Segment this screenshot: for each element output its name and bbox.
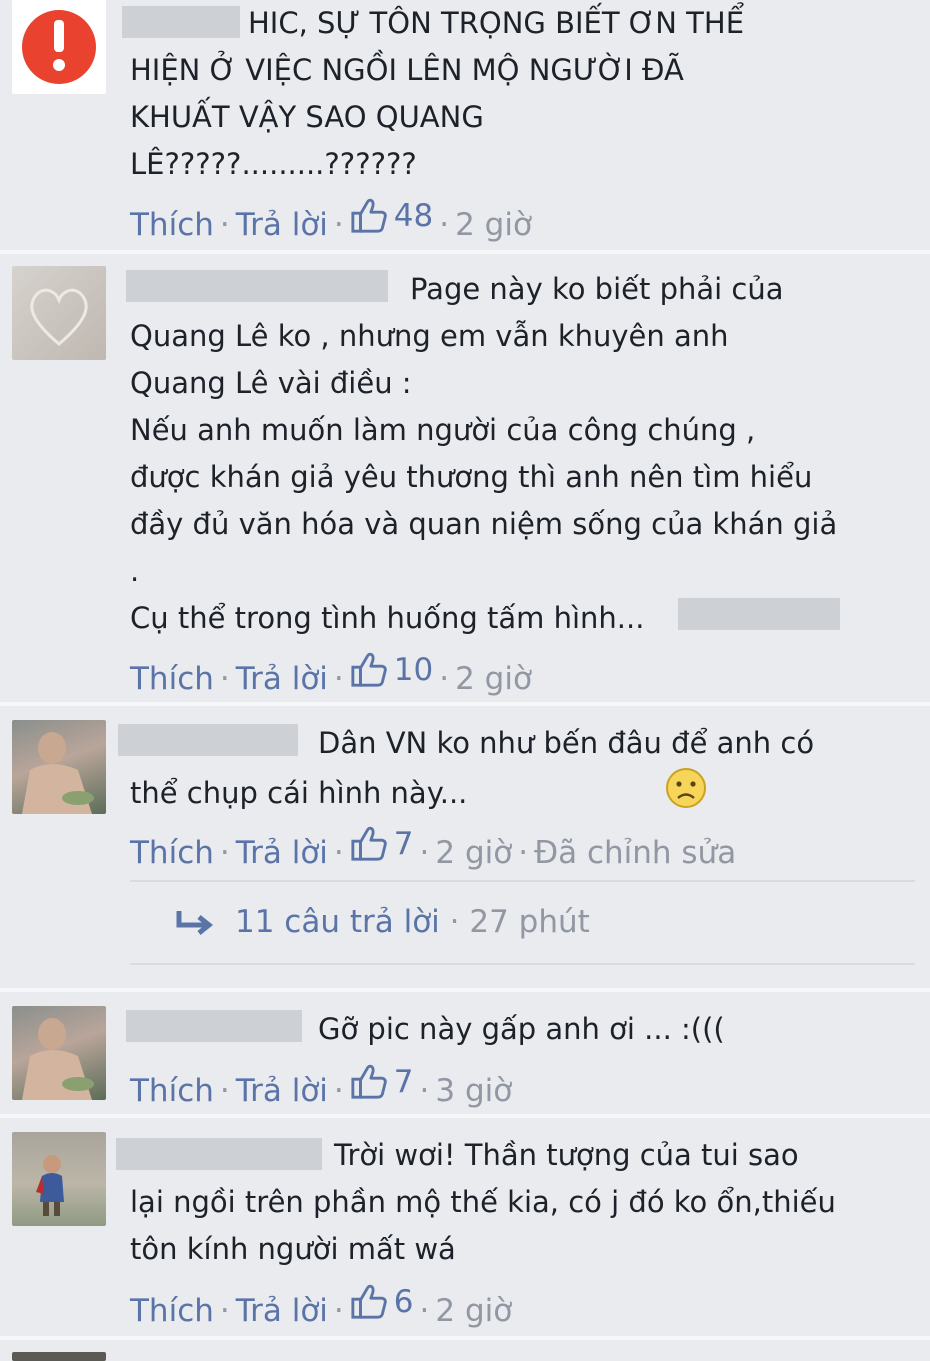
like-count[interactable]: 7 [350, 824, 414, 864]
comment-actions: Thích · Trả lời · 48 · 2 giờ [130, 196, 532, 243]
comment-text: HIC, SỰ TÔN TRỌNG BIẾT ƠN THỂ HIỆN Ở VIỆ… [130, 6, 745, 181]
like-count[interactable]: 7 [350, 1062, 414, 1102]
avatar[interactable] [12, 1132, 106, 1226]
view-replies[interactable]: 11 câu trả lời · 27 phút [175, 900, 590, 944]
timestamp[interactable]: 2 giờ [435, 1293, 512, 1329]
comment-actions: Thích · Trả lời · 7 · 3 giờ [130, 1062, 513, 1109]
avatar[interactable] [12, 266, 106, 360]
avatar[interactable] [12, 1352, 106, 1361]
comment-text: Dân VN ko như bến đâu để anh có thể chụp… [130, 720, 900, 823]
thumbs-up-icon [350, 1063, 388, 1101]
replies-bottom-line [130, 963, 915, 965]
redacted-text [678, 598, 840, 630]
timestamp[interactable]: 2 giờ [455, 661, 532, 697]
divider [0, 988, 930, 992]
like-link[interactable]: Thích [130, 1293, 214, 1329]
comment-text: Gỡ pic này gấp anh ơi ... :((( [318, 1012, 725, 1046]
comment-text: Page này ko biết phải của Quang Lê ko , … [130, 272, 838, 635]
avatar[interactable] [12, 720, 106, 814]
comment-actions: Thích · Trả lời · 6 · 2 giờ [130, 1282, 513, 1329]
divider [0, 1336, 930, 1340]
thumbs-up-icon [350, 651, 388, 689]
reply-link[interactable]: Trả lời [236, 1293, 328, 1329]
avatar[interactable] [12, 1006, 106, 1100]
like-count[interactable]: 10 [350, 650, 433, 690]
comment-actions: Thích · Trả lời · 7 · 2 giờ · Đã chỉnh sửa [130, 824, 737, 871]
like-link[interactable]: Thích [130, 835, 214, 871]
comment-actions: Thích · Trả lời · 10 · 2 giờ [130, 650, 532, 697]
reply-arrow-icon [176, 910, 214, 935]
replies-top-line [130, 880, 915, 882]
like-count[interactable]: 48 [350, 196, 433, 236]
timestamp[interactable]: 2 giờ [455, 207, 532, 243]
like-link[interactable]: Thích [130, 661, 214, 697]
timestamp[interactable]: 3 giờ [435, 1073, 512, 1109]
divider [0, 250, 930, 254]
divider [0, 702, 930, 706]
divider [0, 1114, 930, 1118]
like-count[interactable]: 6 [350, 1282, 414, 1322]
reply-link[interactable]: Trả lời [236, 207, 328, 243]
thumbs-up-icon [350, 1283, 388, 1321]
replies-count-link[interactable]: 11 câu trả lời [235, 904, 440, 940]
reply-link[interactable]: Trả lời [236, 1073, 328, 1109]
thumbs-up-icon [350, 825, 388, 863]
reply-link[interactable]: Trả lời [236, 835, 328, 871]
thumbs-up-icon [350, 197, 388, 235]
replies-timestamp: 27 phút [469, 904, 590, 940]
like-link[interactable]: Thích [130, 207, 214, 243]
timestamp[interactable]: 2 giờ [435, 835, 512, 871]
reply-link[interactable]: Trả lời [236, 661, 328, 697]
sad-face-emoticon [477, 767, 707, 823]
warning-icon[interactable] [12, 0, 106, 94]
edited-label[interactable]: Đã chỉnh sửa [534, 835, 736, 871]
like-link[interactable]: Thích [130, 1073, 214, 1109]
comment-text: Trời wơi! Thần tượng của tui sao lại ngồ… [130, 1138, 836, 1266]
